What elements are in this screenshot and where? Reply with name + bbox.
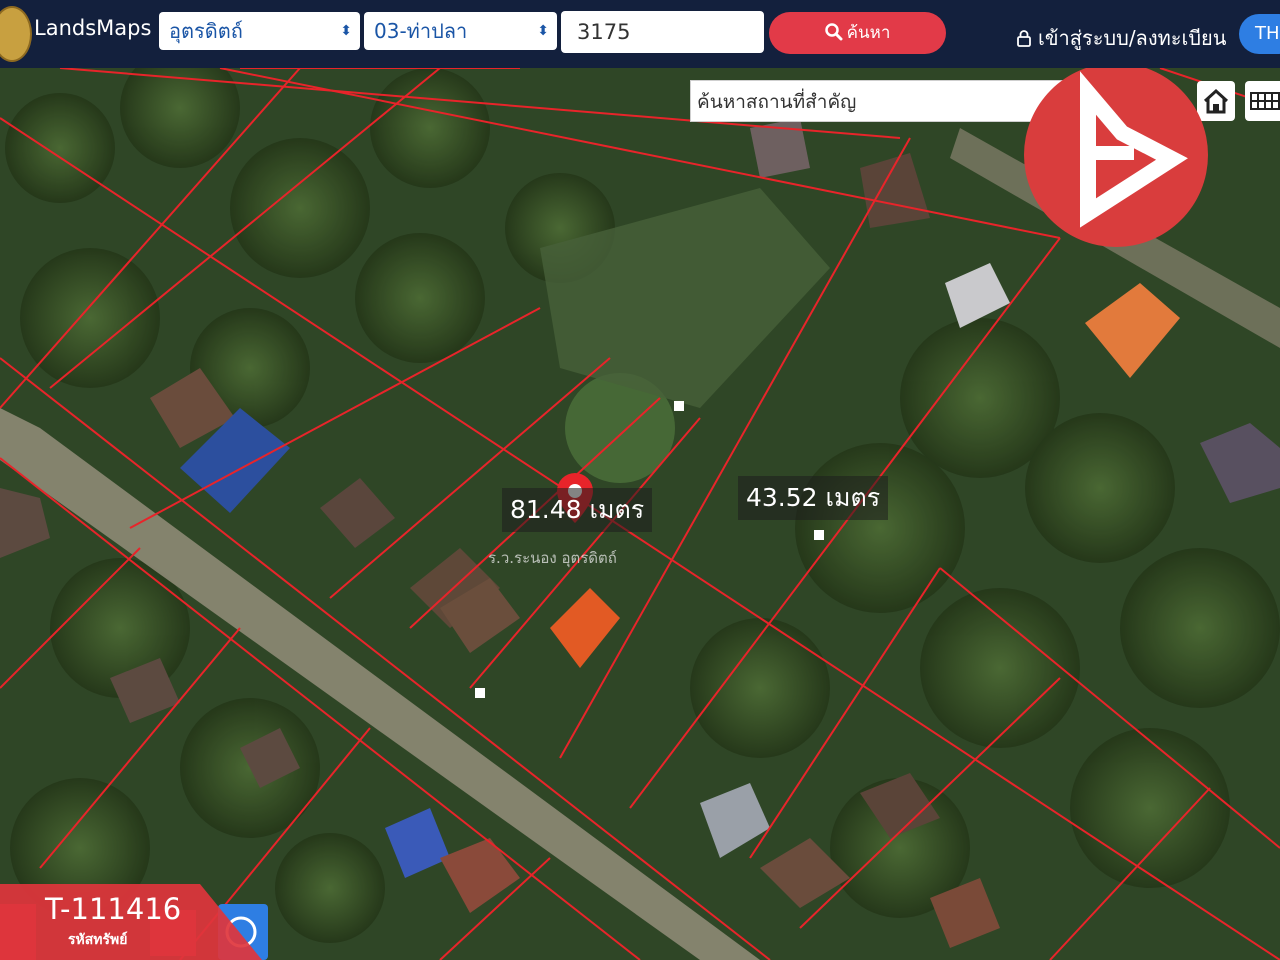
- login-label: เข้าสู่ระบบ/ลงทะเบียน: [1038, 26, 1227, 50]
- district-select-value: 03-ท่าปลา: [374, 19, 468, 43]
- district-select[interactable]: 03-ท่าปลา ⬍: [364, 12, 557, 50]
- measurement-label-length: 81.48 เมตร: [502, 488, 653, 532]
- brand-name[interactable]: LandsMaps: [34, 16, 151, 40]
- parcel-number-input[interactable]: 3175: [561, 11, 764, 53]
- brand-logo-icon: [1080, 71, 1188, 228]
- land-department-seal-icon: [0, 6, 32, 62]
- lock-icon: [1017, 30, 1031, 47]
- search-icon: [824, 23, 843, 41]
- property-code: T-111416: [45, 892, 182, 926]
- parcel-owner-label: ร.ว.ระนอง อุตรดิตถ์: [488, 549, 617, 567]
- property-code-label: รหัสทรัพย์: [68, 932, 128, 948]
- province-select[interactable]: อุตรดิตถ์ ⬍: [159, 12, 360, 50]
- vertex-marker: [475, 688, 485, 698]
- province-select-value: อุตรดิตถ์: [169, 19, 243, 43]
- language-button[interactable]: TH: [1239, 14, 1280, 54]
- vertex-marker: [814, 530, 824, 540]
- search-button-label: ค้นหา: [846, 23, 891, 43]
- vertex-marker: [674, 401, 684, 411]
- login-link[interactable]: เข้าสู่ระบบ/ลงทะเบียน: [1016, 22, 1226, 54]
- select-arrows-icon: ⬍: [340, 23, 352, 39]
- brand-logo-badge: [1024, 63, 1208, 247]
- select-arrows-icon: ⬍: [537, 23, 549, 39]
- grid-button[interactable]: [1245, 81, 1280, 121]
- grid-icon: [1250, 92, 1280, 110]
- search-button[interactable]: ค้นหา: [769, 12, 946, 54]
- measurement-label-width: 43.52 เมตร: [738, 476, 889, 520]
- top-navigation-bar: LandsMaps อุตรดิตถ์ ⬍ 03-ท่าปลา ⬍ 3175 ค…: [0, 0, 1280, 68]
